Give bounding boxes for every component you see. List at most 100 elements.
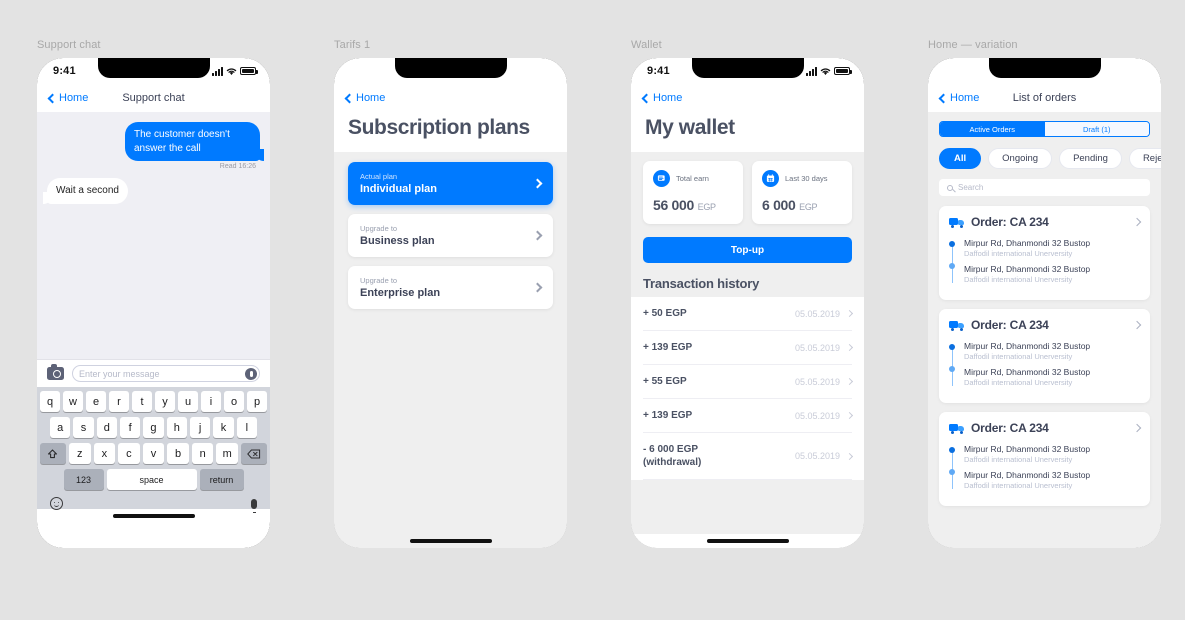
- backspace-key[interactable]: [241, 443, 268, 464]
- artboard-wallet: Wallet 9:41 Home My wallet Total earn 56…: [631, 38, 864, 548]
- battery-icon: [240, 67, 258, 75]
- keyboard-bottom-row: [40, 495, 267, 513]
- plan-subtitle: Actual plan: [360, 172, 398, 181]
- top-up-button[interactable]: Top-up: [643, 237, 852, 263]
- message-input[interactable]: Enter your message: [72, 365, 260, 382]
- key[interactable]: f: [120, 417, 141, 438]
- screen: 9:41 Home: [631, 58, 864, 548]
- key[interactable]: p: [247, 391, 267, 412]
- route-dot-origin: [949, 241, 955, 247]
- key[interactable]: h: [166, 417, 187, 438]
- key[interactable]: t: [132, 391, 152, 412]
- filter-chip-row[interactable]: All Ongoing Pending Rejected: [939, 148, 1161, 169]
- key[interactable]: q: [40, 391, 60, 412]
- stat-label: Total earn: [676, 174, 709, 183]
- transaction-row[interactable]: - 6 000 EGP (withdrawal) 05.05.2019: [643, 433, 854, 480]
- search-input[interactable]: Search: [939, 179, 1150, 196]
- calendar-glyph: [766, 174, 775, 182]
- transaction-row[interactable]: + 139 EGP 05.05.2019: [643, 331, 854, 365]
- key[interactable]: z: [68, 443, 91, 464]
- plan-text: Upgrade to Business plan: [360, 224, 435, 247]
- transaction-row[interactable]: + 50 EGP 05.05.2019: [643, 297, 854, 331]
- stat-card-total-earn[interactable]: Total earn 56 000 EGP: [643, 161, 743, 224]
- stop-name: Mirpur Rd, Dhanmondi 32 Bustop: [964, 444, 1091, 454]
- key[interactable]: e: [86, 391, 106, 412]
- return-key[interactable]: return: [199, 469, 244, 490]
- key[interactable]: u: [178, 391, 198, 412]
- filter-chip-pending[interactable]: Pending: [1059, 148, 1122, 169]
- key[interactable]: o: [224, 391, 244, 412]
- segment-active-orders[interactable]: Active Orders: [940, 122, 1045, 136]
- route-dot-destination: [949, 469, 955, 475]
- transaction-date: 05.05.2019: [794, 376, 840, 387]
- key[interactable]: c: [118, 443, 140, 464]
- order-card[interactable]: Order: CA 234 Mirpur Rd, Dhanmondi 32 Bu…: [939, 206, 1150, 300]
- key[interactable]: n: [191, 443, 214, 464]
- plan-card-individual[interactable]: Actual plan Individual plan: [348, 162, 553, 205]
- key[interactable]: d: [96, 417, 117, 438]
- money-stack-glyph: [657, 175, 665, 181]
- segmented-control[interactable]: Active Orders Draft (1): [939, 121, 1150, 137]
- transaction-amount: + 55 EGP: [643, 376, 687, 387]
- microphone-icon[interactable]: [245, 367, 257, 380]
- key[interactable]: l: [236, 417, 257, 438]
- stop-detail: Daffodil international Unerversity: [964, 248, 1073, 258]
- signal-icon: [806, 66, 817, 76]
- stat-card-last-30-days[interactable]: Last 30 days 6 000 EGP: [752, 161, 852, 224]
- stat-label: Last 30 days: [785, 174, 828, 183]
- numeric-key[interactable]: 123: [63, 469, 104, 490]
- truck-icon: [949, 217, 964, 228]
- filter-chip-rejected[interactable]: Rejected: [1128, 148, 1161, 169]
- key[interactable]: k: [213, 417, 234, 438]
- order-card[interactable]: Order: CA 234 Mirpur Rd, Dhanmondi 32 Bu…: [939, 412, 1150, 506]
- key[interactable]: w: [63, 391, 83, 412]
- nav-bar: Home: [334, 84, 567, 112]
- key[interactable]: b: [167, 443, 189, 464]
- key[interactable]: a: [50, 417, 71, 438]
- back-button[interactable]: Home: [344, 92, 386, 104]
- chevron-right-icon: [1132, 217, 1142, 227]
- dictation-microphone-icon[interactable]: [251, 498, 257, 513]
- transaction-amount: + 50 EGP: [643, 308, 687, 319]
- chevron-right-icon: [845, 309, 854, 318]
- segment-draft[interactable]: Draft (1): [1044, 122, 1149, 136]
- key[interactable]: m: [216, 443, 239, 464]
- plan-card-business[interactable]: Upgrade to Business plan: [348, 214, 553, 257]
- home-indicator: [631, 534, 864, 548]
- filter-chip-all[interactable]: All: [939, 148, 982, 169]
- back-label: Home: [356, 92, 386, 104]
- order-title: Order: CA 234: [971, 215, 1049, 229]
- key[interactable]: x: [93, 443, 116, 464]
- virtual-keyboard[interactable]: q w e r t y u i o p a s d f g h j k l z …: [37, 387, 270, 513]
- key[interactable]: r: [109, 391, 129, 412]
- key[interactable]: v: [142, 443, 165, 464]
- transaction-row[interactable]: + 139 EGP 05.05.2019: [643, 399, 854, 433]
- order-route: Mirpur Rd, Dhanmondi 32 Bustop Daffodil …: [949, 238, 1140, 290]
- shift-key[interactable]: [39, 443, 66, 464]
- back-button[interactable]: Home: [641, 92, 682, 104]
- page-title: List of orders: [1012, 92, 1077, 104]
- space-key[interactable]: space: [106, 469, 197, 490]
- chat-bubble-incoming[interactable]: Wait a second: [43, 178, 128, 204]
- chevron-right-icon: [532, 230, 543, 241]
- emoji-icon[interactable]: [50, 497, 63, 510]
- order-card[interactable]: Order: CA 234 Mirpur Rd, Dhanmondi 32 Bu…: [939, 309, 1150, 403]
- keyboard-row-2: a s d f g h j k l: [40, 417, 267, 438]
- key[interactable]: s: [73, 417, 94, 438]
- transaction-amount: - 6 000 EGP (withdrawal): [643, 444, 702, 468]
- transaction-meta: 05.05.2019: [795, 309, 854, 319]
- phone-frame: 9:41 Home: [631, 58, 864, 548]
- transaction-history-title: Transaction history: [643, 276, 760, 291]
- filter-chip-ongoing[interactable]: Ongoing: [988, 148, 1053, 169]
- transaction-row[interactable]: + 55 EGP 05.05.2019: [643, 365, 854, 399]
- plan-card-enterprise[interactable]: Upgrade to Enterprise plan: [348, 266, 553, 309]
- key[interactable]: g: [143, 417, 164, 438]
- route-dot-destination: [949, 263, 955, 269]
- money-stack-icon: [653, 170, 670, 187]
- key[interactable]: j: [189, 417, 211, 438]
- camera-icon[interactable]: [47, 364, 64, 380]
- key[interactable]: y: [155, 391, 175, 412]
- chat-bubble-outgoing[interactable]: The customer doesn't answer the call: [125, 122, 264, 161]
- artboard-container: Support chat 9:41 Home Support chat The …: [0, 0, 1185, 620]
- key[interactable]: i: [201, 391, 221, 412]
